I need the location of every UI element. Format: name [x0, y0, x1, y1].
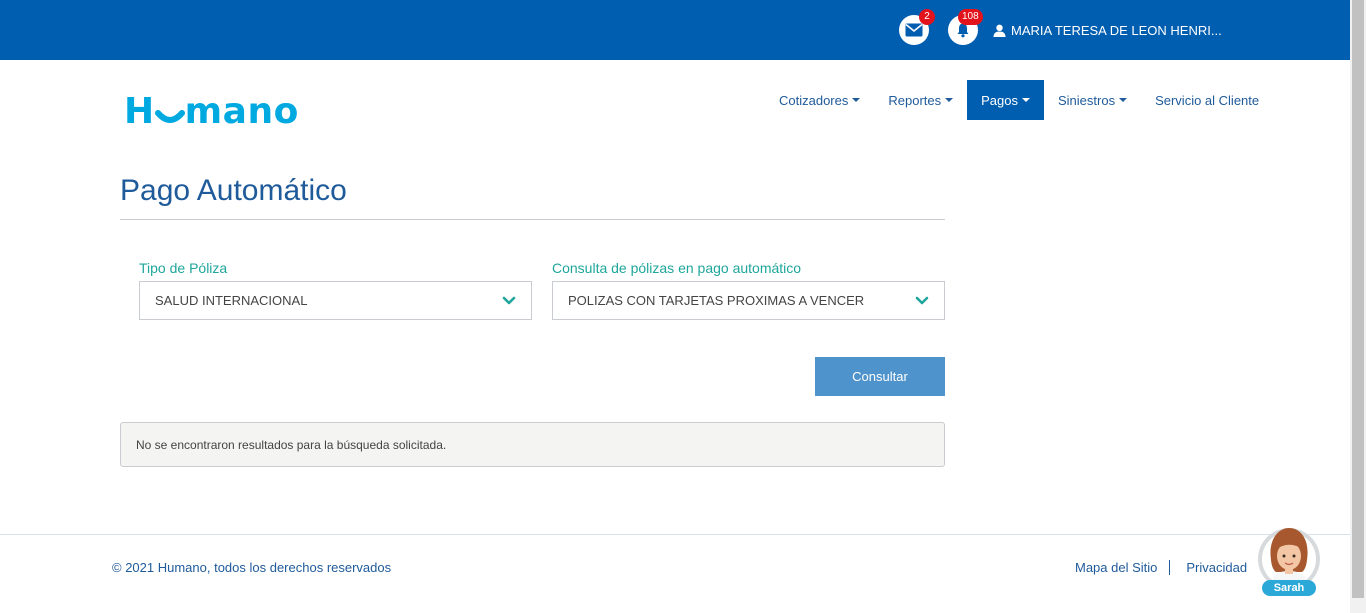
footer-links: Mapa del Sitio Privacidad	[1075, 560, 1247, 575]
user-icon	[993, 24, 1006, 37]
top-bar: 2 108 MARIA TERESA DE LEON HENRI...	[0, 0, 1350, 60]
scrollbar-thumb[interactable]	[1352, 0, 1364, 598]
nav-label: Reportes	[888, 92, 942, 108]
assistant-name: Sarah	[1262, 580, 1316, 596]
nav-item-reportes[interactable]: Reportes	[874, 80, 967, 120]
notifications-button[interactable]: 108	[948, 9, 983, 45]
nav-item-cotizadores[interactable]: Cotizadores	[765, 80, 874, 120]
caret-down-icon	[1119, 98, 1128, 102]
user-menu[interactable]: MARIA TERESA DE LEON HENRI...	[993, 21, 1222, 39]
chevron-down-icon	[502, 296, 516, 306]
privacy-link[interactable]: Privacidad	[1186, 560, 1247, 575]
caret-down-icon	[945, 98, 954, 102]
mail-badge: 2	[919, 9, 935, 25]
nav-item-pagos[interactable]: Pagos	[967, 80, 1044, 120]
logo-text-left: H	[124, 91, 155, 132]
policy-type-value: SALUD INTERNACIONAL	[155, 293, 308, 308]
user-name: MARIA TERESA DE LEON HENRI...	[1011, 22, 1222, 38]
title-divider	[120, 219, 945, 220]
nav-label: Servicio al Cliente	[1155, 92, 1260, 108]
sarah-assistant[interactable]: Sarah	[1254, 522, 1324, 597]
nav-label: Cotizadores	[779, 92, 849, 108]
logo-text-right: mano	[184, 91, 299, 132]
notifications-badge: 108	[958, 9, 983, 25]
page-title: Pago Automático	[120, 174, 347, 207]
envelope-icon	[905, 23, 923, 37]
footer-separator	[1169, 560, 1171, 575]
nav-item-servicio-al-cliente[interactable]: Servicio al Cliente	[1141, 80, 1273, 120]
humano-logo[interactable]: H mano	[124, 92, 299, 132]
sitemap-link[interactable]: Mapa del Sitio	[1075, 560, 1157, 575]
nav-label: Siniestros	[1058, 92, 1116, 108]
scrollbar[interactable]	[1350, 0, 1366, 613]
caret-down-icon	[1022, 98, 1030, 102]
copyright-text: © 2021 Humano, todos los derechos reserv…	[112, 560, 392, 575]
consultar-button[interactable]: Consultar	[815, 357, 945, 396]
caret-down-icon	[852, 98, 861, 102]
logo-smile-icon	[154, 110, 185, 123]
policy-type-label: Tipo de Póliza	[139, 260, 228, 276]
nav-label: Pagos	[981, 92, 1018, 108]
query-value: POLIZAS CON TARJETAS PROXIMAS A VENCER	[568, 293, 865, 308]
policy-type-select[interactable]: SALUD INTERNACIONAL	[139, 281, 532, 320]
chevron-down-icon	[915, 296, 929, 306]
no-results-alert: No se encontraron resultados para la bús…	[120, 422, 945, 467]
nav-item-siniestros[interactable]: Siniestros	[1044, 80, 1141, 120]
query-label: Consulta de pólizas en pago automático	[552, 260, 802, 276]
no-results-message: No se encontraron resultados para la bús…	[136, 437, 447, 452]
footer-divider	[0, 534, 1350, 535]
main-nav: Cotizadores Reportes Pagos Siniestros Se…	[765, 80, 1273, 120]
mail-button[interactable]: 2	[899, 9, 935, 45]
query-select[interactable]: POLIZAS CON TARJETAS PROXIMAS A VENCER	[552, 281, 945, 320]
